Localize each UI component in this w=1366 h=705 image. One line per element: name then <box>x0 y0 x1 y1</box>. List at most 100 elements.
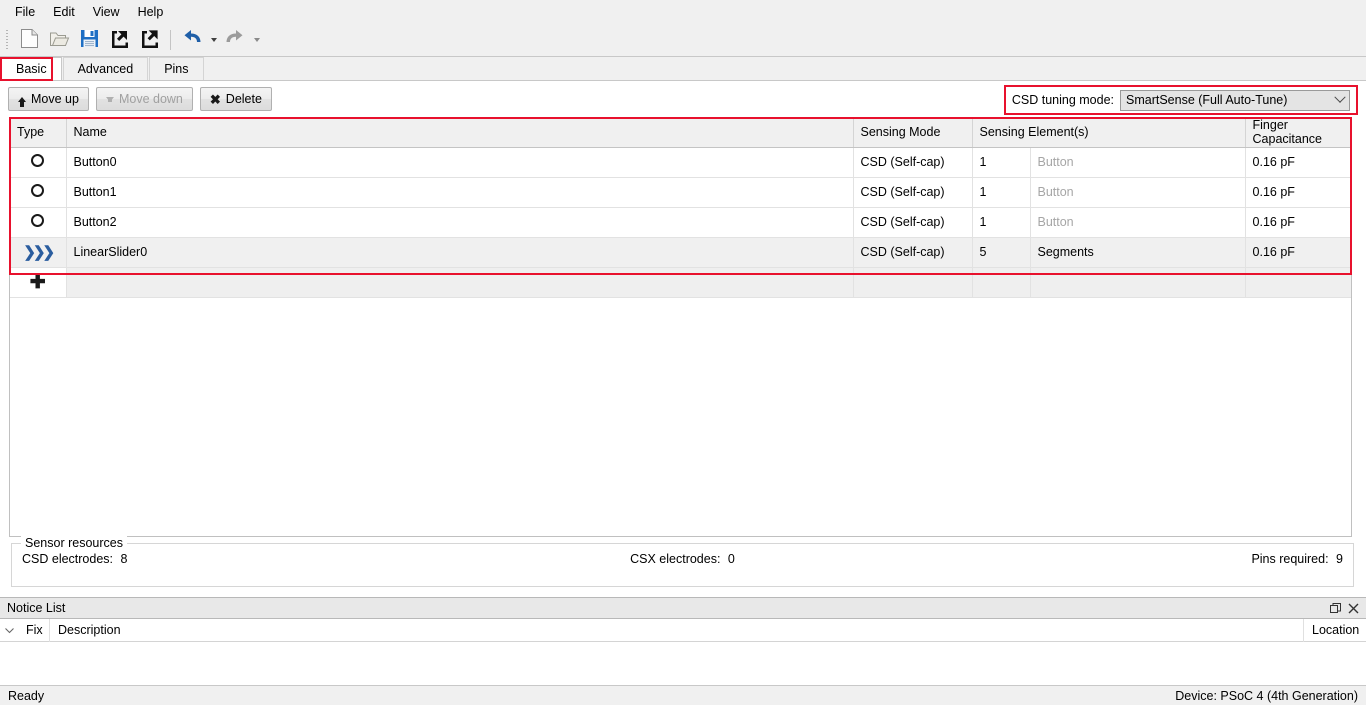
column-header-name[interactable]: Name <box>66 118 854 148</box>
row-element-count-cell[interactable]: 1 <box>972 147 1031 178</box>
table-body: Button0 CSD (Self-cap) 1 Button 0.16 pF … <box>10 147 1351 298</box>
row-element-count-cell[interactable]: 5 <box>972 237 1031 268</box>
button-widget-icon <box>31 214 45 227</box>
save-button[interactable] <box>74 26 104 54</box>
add-widget-row[interactable]: ✚ <box>10 267 1351 298</box>
row-element-count-cell[interactable]: 1 <box>972 207 1031 238</box>
move-up-button[interactable]: Move up <box>8 87 89 111</box>
add-row-name-cell[interactable] <box>66 267 854 298</box>
csd-tuning-mode-label: CSD tuning mode: <box>1011 93 1114 107</box>
row-element-kind-cell[interactable]: Button <box>1030 207 1246 238</box>
row-element-kind-cell[interactable]: Segments <box>1030 237 1246 268</box>
menu-view[interactable]: View <box>84 1 129 23</box>
notice-column-description[interactable]: Description <box>50 618 1304 642</box>
sensor-resources-panel: Sensor resources CSD electrodes: 8 CSX e… <box>11 536 1354 587</box>
csd-tuning-mode-select[interactable]: SmartSense (Full Auto-Tune) <box>1120 89 1350 111</box>
csd-tuning-mode-value: SmartSense (Full Auto-Tune) <box>1126 93 1288 107</box>
csd-electrodes-label: CSD electrodes: <box>22 552 114 566</box>
plus-icon: ✚ <box>29 271 46 293</box>
export-button[interactable] <box>134 26 164 54</box>
row-type-cell[interactable] <box>10 207 67 238</box>
add-row-element-kind-cell[interactable] <box>1030 267 1246 298</box>
status-text: Ready <box>8 688 45 703</box>
add-widget-cell[interactable]: ✚ <box>10 267 67 298</box>
chevron-down-icon[interactable] <box>0 627 18 634</box>
tab-strip: Basic Advanced Pins <box>0 57 1366 81</box>
tab-advanced[interactable]: Advanced <box>62 57 149 80</box>
delete-button[interactable]: ✖ Delete <box>199 87 272 111</box>
csx-electrodes-group: CSX electrodes: 0 <box>458 552 907 566</box>
open-file-button[interactable] <box>44 26 74 54</box>
row-finger-capacitance-cell[interactable]: 0.16 pF <box>1245 147 1351 178</box>
move-down-button[interactable]: Move down <box>95 87 193 111</box>
table-row[interactable]: ❯❯❯ LinearSlider0 CSD (Self-cap) 5 Segme… <box>10 237 1351 268</box>
menu-help[interactable]: Help <box>129 1 173 23</box>
tab-pins-label: Pins <box>164 62 189 76</box>
column-header-finger-capacitance[interactable]: Finger Capacitance <box>1245 118 1351 148</box>
undo-dropdown-button[interactable] <box>207 26 220 54</box>
column-header-sensing-mode[interactable]: Sensing Mode <box>853 118 973 148</box>
add-row-sensing-mode-cell[interactable] <box>853 267 973 298</box>
menu-edit[interactable]: Edit <box>44 1 84 23</box>
move-down-label: Move down <box>118 92 183 106</box>
notice-column-fix[interactable]: Fix <box>18 618 50 642</box>
row-element-kind-cell[interactable]: Button <box>1030 177 1246 208</box>
application-window: File Edit View Help Basic Advanced Pins … <box>0 0 1366 705</box>
notice-column-location[interactable]: Location <box>1304 619 1366 642</box>
row-element-count-cell[interactable]: 1 <box>972 177 1031 208</box>
pins-required-value: 9 <box>1336 552 1343 566</box>
table-row[interactable]: Button1 CSD (Self-cap) 1 Button 0.16 pF <box>10 177 1351 208</box>
toolbar-separator <box>170 30 171 50</box>
button-widget-icon <box>31 184 45 197</box>
redo-dropdown-button[interactable] <box>250 26 263 54</box>
tab-pins[interactable]: Pins <box>149 57 204 80</box>
sensor-resources-row: CSD electrodes: 8 CSX electrodes: 0 Pins… <box>22 552 1343 566</box>
row-name-cell[interactable]: Button0 <box>66 147 854 178</box>
column-header-type[interactable]: Type <box>10 118 67 148</box>
close-icon[interactable] <box>1344 599 1362 617</box>
notice-list-title: Notice List <box>7 601 66 615</box>
row-type-cell[interactable] <box>10 177 67 208</box>
tab-advanced-label: Advanced <box>77 62 134 76</box>
float-window-icon[interactable] <box>1326 599 1344 617</box>
row-name-cell[interactable]: Button1 <box>66 177 854 208</box>
undo-button[interactable] <box>177 26 207 54</box>
table-row[interactable]: Button2 CSD (Self-cap) 1 Button 0.16 pF <box>10 207 1351 238</box>
row-type-cell[interactable] <box>10 147 67 178</box>
table-header-row: Type Name Sensing Mode Sensing Element(s… <box>10 118 1351 148</box>
tab-basic[interactable]: Basic <box>1 57 62 80</box>
row-type-cell[interactable]: ❯❯❯ <box>10 237 67 268</box>
widget-grid-area: Type Name Sensing Mode Sensing Element(s… <box>0 117 1366 537</box>
widget-grid: Type Name Sensing Mode Sensing Element(s… <box>9 117 1352 537</box>
toolbar <box>0 24 1366 57</box>
notice-list-panel: Notice List Fix Description Location <box>0 597 1366 685</box>
csx-electrodes-label: CSX electrodes: <box>630 552 721 566</box>
row-element-kind-cell[interactable]: Button <box>1030 147 1246 178</box>
row-name-cell[interactable]: LinearSlider0 <box>66 237 854 268</box>
row-sensing-mode-cell[interactable]: CSD (Self-cap) <box>853 237 973 268</box>
save-icon <box>80 29 99 51</box>
add-row-finger-capacitance-cell[interactable] <box>1245 267 1351 298</box>
csd-electrodes-group: CSD electrodes: 8 <box>22 552 458 566</box>
column-header-sensing-elements[interactable]: Sensing Element(s) <box>972 118 1246 148</box>
notice-list-header: Fix Description Location <box>0 618 1366 642</box>
row-sensing-mode-cell[interactable]: CSD (Self-cap) <box>853 147 973 178</box>
row-finger-capacitance-cell[interactable]: 0.16 pF <box>1245 207 1351 238</box>
new-file-button[interactable] <box>14 26 44 54</box>
row-sensing-mode-cell[interactable]: CSD (Self-cap) <box>853 177 973 208</box>
row-finger-capacitance-cell[interactable]: 0.16 pF <box>1245 177 1351 208</box>
add-row-element-count-cell[interactable] <box>972 267 1031 298</box>
chevron-down-icon <box>210 38 217 42</box>
arrow-down-icon <box>105 96 114 102</box>
menu-file[interactable]: File <box>6 1 44 23</box>
linear-slider-widget-icon: ❯❯❯ <box>23 244 55 261</box>
csd-electrodes-value: 8 <box>120 552 128 566</box>
row-name-cell[interactable]: Button2 <box>66 207 854 238</box>
row-finger-capacitance-cell[interactable]: 0.16 pF <box>1245 237 1351 268</box>
redo-button[interactable] <box>220 26 250 54</box>
row-sensing-mode-cell[interactable]: CSD (Self-cap) <box>853 207 973 238</box>
table-row[interactable]: Button0 CSD (Self-cap) 1 Button 0.16 pF <box>10 147 1351 178</box>
import-button[interactable] <box>104 26 134 54</box>
toolbar-grip[interactable] <box>4 29 11 51</box>
undo-icon <box>181 29 203 52</box>
